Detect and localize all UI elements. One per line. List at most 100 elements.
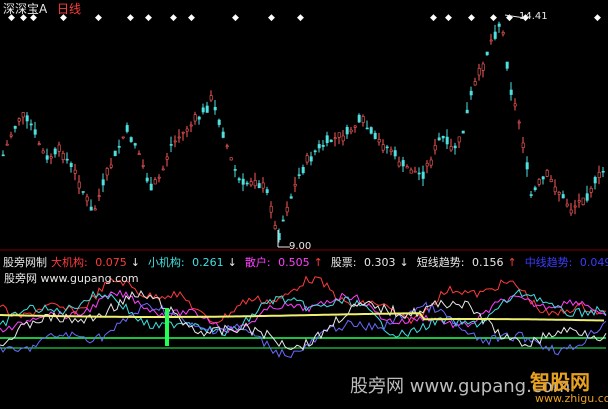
- candle-body: [137, 153, 141, 155]
- candle-body: [517, 121, 521, 124]
- title-bar: 深深宝A 日线: [3, 0, 81, 17]
- candle-body: [293, 183, 297, 187]
- candle-body: [53, 148, 57, 155]
- indicator-lines: [0, 275, 607, 358]
- ind-arrow-0: ↓: [130, 256, 140, 269]
- signal-marker-icon: ◆: [490, 13, 497, 23]
- candle-body: [9, 134, 13, 137]
- candle-body: [429, 159, 433, 166]
- ind-item-3: 股票: 0.303 ↓: [331, 256, 413, 269]
- indicator-line: [0, 288, 607, 338]
- signal-marker-icon: ◆: [170, 13, 177, 23]
- ind-label-5: 中线趋势:: [524, 256, 573, 269]
- candle-body: [45, 155, 49, 160]
- candle-body: [309, 156, 313, 162]
- candle-body: [469, 90, 473, 96]
- candle-body: [233, 169, 237, 171]
- trend-line: [0, 312, 605, 322]
- candle-body: [105, 168, 109, 176]
- indicator-name[interactable]: 股旁网制: [3, 256, 47, 269]
- candle-body: [409, 169, 413, 174]
- candle-body: [173, 140, 177, 143]
- candle-body: [529, 194, 533, 196]
- candle-body: [437, 137, 441, 141]
- candle-body: [77, 181, 81, 189]
- candle-body: [601, 170, 605, 173]
- candle-body: [265, 189, 269, 193]
- candle-body: [305, 155, 309, 163]
- candle-body: [73, 169, 77, 174]
- candle-body: [509, 89, 513, 95]
- ind-value-3: 0.303: [364, 256, 396, 269]
- candle-body: [261, 182, 265, 189]
- candle-body: [249, 181, 253, 186]
- candle-body: [313, 150, 317, 153]
- candle-body: [97, 195, 101, 197]
- indicator-bar: 股旁网制 大机构: 0.075 ↓ 小机构: 0.261 ↓ 散户: 0.505 ↑ 股票: …: [3, 254, 608, 270]
- candle-body: [69, 163, 73, 167]
- candle-body: [169, 144, 173, 146]
- candle-body: [133, 143, 137, 146]
- candle-body: [541, 176, 545, 180]
- candle-body: [341, 135, 345, 142]
- candle-body: [465, 109, 469, 114]
- ind-value-2: 0.505: [278, 256, 310, 269]
- candle-body: [297, 174, 301, 176]
- candle-body: [513, 103, 517, 107]
- candle-body: [573, 205, 577, 208]
- candle-body: [165, 156, 169, 160]
- candle-body: [461, 130, 465, 134]
- candle-body: [145, 177, 149, 182]
- ind-label-1: 小机构:: [147, 256, 185, 269]
- candle-body: [129, 137, 133, 142]
- signal-marker-icon: ◆: [95, 13, 102, 23]
- candle-body: [201, 107, 205, 113]
- candle-body: [177, 136, 181, 139]
- candle-body: [545, 170, 549, 177]
- candle-body: [353, 125, 357, 128]
- candle-body: [453, 145, 457, 149]
- candle-body: [185, 128, 189, 132]
- candle-body: [93, 208, 97, 211]
- candle-body: [113, 150, 117, 156]
- candle-body: [213, 106, 217, 111]
- candle-body: [561, 194, 565, 199]
- candle-body: [25, 115, 29, 122]
- candle-body: [537, 179, 541, 185]
- candle-body: [149, 183, 153, 191]
- candle-body: [417, 172, 421, 175]
- candle-body: [441, 136, 445, 139]
- watermark-url: www.zhigu.com: [535, 392, 608, 405]
- ind-arrow-4: ↑: [507, 256, 517, 269]
- ind-value-4: 0.156: [471, 256, 504, 269]
- candle-body: [593, 177, 597, 184]
- candle-body: [385, 146, 389, 149]
- period-label[interactable]: 日线: [57, 2, 81, 16]
- candle-body: [153, 179, 157, 185]
- candle-body: [117, 146, 121, 148]
- candle-body: [365, 127, 369, 130]
- signal-marker-icon: ◆: [232, 13, 239, 23]
- candle-body: [157, 176, 161, 179]
- candle-body: [229, 157, 233, 161]
- candle-body: [405, 166, 409, 169]
- candle-body: [41, 150, 45, 154]
- candle-body: [193, 114, 197, 122]
- candle-body: [477, 68, 481, 76]
- candle-body: [597, 172, 601, 178]
- signal-marker-icon: ◆: [188, 13, 195, 23]
- ind-item-1: 小机构: 0.261 ↓: [148, 256, 241, 269]
- candle-body: [521, 142, 525, 148]
- signal-marker-icon: ◆: [430, 13, 437, 23]
- candle-body: [21, 112, 25, 118]
- signal-bar: [165, 308, 169, 346]
- candle-body: [489, 39, 493, 42]
- candle-body: [61, 153, 65, 161]
- candle-body: [57, 144, 61, 152]
- candle-body: [125, 125, 129, 132]
- candle-body: [257, 183, 261, 188]
- signal-marker-icon: ◆: [145, 13, 152, 23]
- indicator-line: [0, 289, 607, 351]
- candle-body: [269, 205, 273, 213]
- signal-marker-icon: ◆: [594, 13, 601, 23]
